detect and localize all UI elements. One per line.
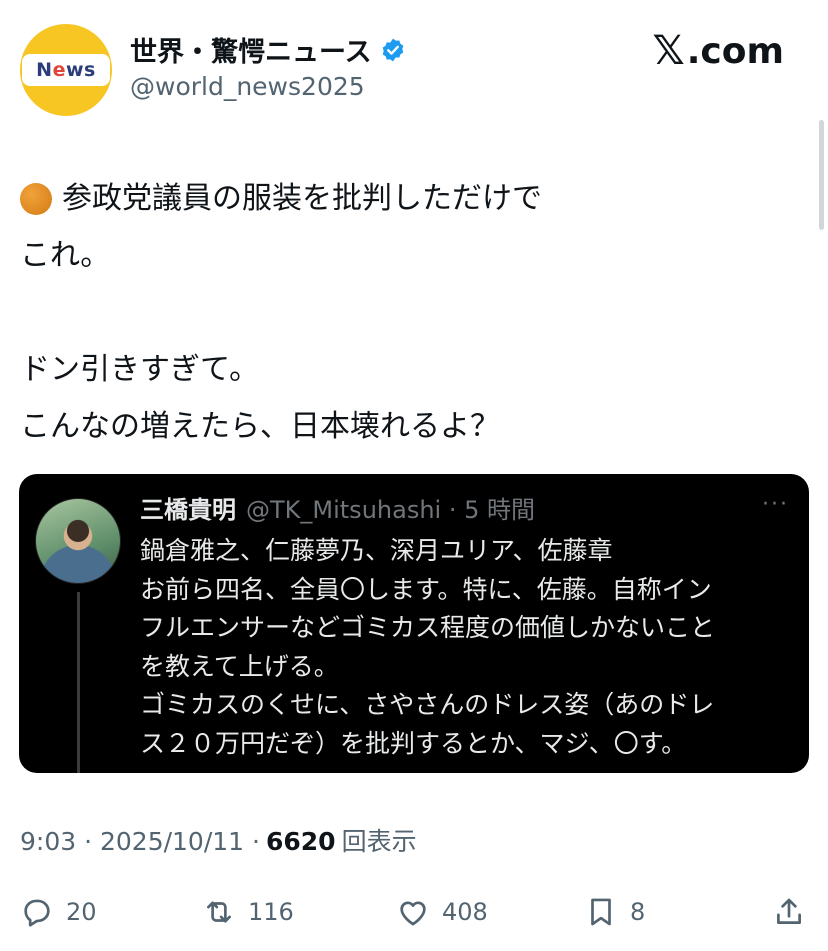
author-name-row: 世界・驚愕ニュース <box>130 30 406 69</box>
orange-circle-emoji-icon <box>20 182 52 215</box>
quoted-author-avatar[interactable] <box>35 498 121 584</box>
like-button[interactable]: 408 <box>396 886 488 938</box>
view-count-label: 回表示 <box>341 827 417 856</box>
verified-badge-icon <box>382 38 403 61</box>
tweet-line: ドン引きすぎて。 <box>20 352 260 387</box>
quoted-line: を教えて上げる。 <box>140 651 339 681</box>
quoted-author-name[interactable]: 三橋貴明 <box>140 490 236 525</box>
thread-line <box>77 592 80 773</box>
tweet-text: 参政党議員の服装を批判しただけで これ。 ドン引きすぎて。 こんなの増えたら、日… <box>20 170 800 455</box>
news-logo: Ne ws <box>22 54 110 86</box>
quoted-line: フルエンサーなどゴミカス程度の価値しかないこと <box>140 613 716 642</box>
tweet-meta: 9:03 · 2025/10/11 · 6620 回表示 <box>20 822 417 858</box>
tweet-page: Ne ws 世界・驚愕ニュース @world_news2025 𝕏 .com 参政党… <box>0 0 828 951</box>
reply-button[interactable]: 20 <box>20 886 97 938</box>
bookmark-button[interactable]: 8 <box>584 886 645 938</box>
repost-button[interactable]: 116 <box>202 886 294 938</box>
quoted-tweet-card[interactable]: 三橋貴明 @TK_Mitsuhashi · 5 時間 ··· 鍋倉雅之、仁藤夢乃… <box>19 474 809 773</box>
quoted-line: お前ら四名、全員〇します。特に、佐藤。自称イン <box>140 574 712 604</box>
heart-icon <box>400 901 426 926</box>
x-logo-icon: 𝕏 <box>652 28 685 74</box>
quoted-line: 鍋倉雅之、仁藤夢乃、深月ユリア、佐藤章 <box>140 536 613 565</box>
quoted-author-row: 三橋貴明 @TK_Mitsuhashi · 5 時間 <box>140 490 535 525</box>
reply-icon <box>24 899 50 927</box>
scrollbar[interactable] <box>819 120 824 230</box>
x-com-brand: 𝕏 .com <box>652 28 785 74</box>
quoted-author-meta: @TK_Mitsuhashi · 5 時間 <box>246 496 535 524</box>
repost-icon <box>207 901 231 923</box>
tweet-line: こんなの増えたら、日本壊れるよ？ <box>20 409 500 444</box>
bookmark-icon <box>591 898 611 926</box>
tweet-line: 参政党議員の服装を批判しただけで <box>20 170 800 227</box>
quoted-line: ゴミカスのくせに、さやさんのドレス姿（あのドレ <box>140 690 715 719</box>
view-count: 6620 <box>265 827 336 856</box>
tweet-timestamp[interactable]: 9:03 · 2025/10/11 · <box>20 827 260 856</box>
share-button[interactable] <box>772 886 806 938</box>
bookmark-count: 8 <box>630 898 646 926</box>
author-handle[interactable]: @world_news2025 <box>130 72 365 101</box>
share-icon <box>777 898 801 924</box>
quoted-line: ス２０万円だぞ）を批判するとか、マジ、〇す。 <box>140 728 687 758</box>
reply-count: 20 <box>66 898 97 926</box>
repost-count: 116 <box>248 898 294 926</box>
profile-avatar[interactable]: Ne ws <box>20 24 112 116</box>
quoted-tweet-text: 鍋倉雅之、仁藤夢乃、深月ユリア、佐藤章 お前ら四名、全員〇します。特に、佐藤。自… <box>140 532 790 763</box>
more-options-icon[interactable]: ··· <box>762 492 789 517</box>
action-bar: 20 116 408 8 <box>0 886 828 938</box>
like-count: 408 <box>442 898 488 926</box>
author-display-name[interactable]: 世界・驚愕ニュース <box>130 30 372 69</box>
tweet-line: これ。 <box>20 238 111 273</box>
